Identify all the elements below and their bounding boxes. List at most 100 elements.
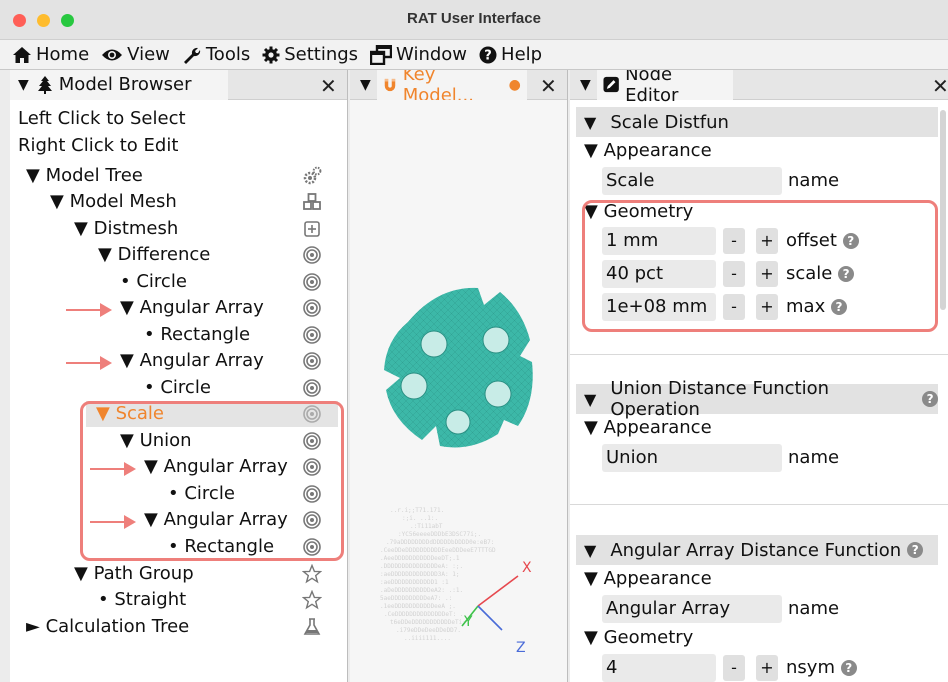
- key-model-panel: ▼ Key Model... ● ✕ ..r.i;;T71.171.:;i. …: [350, 70, 568, 682]
- tab-key-model[interactable]: Key Model... ●: [376, 70, 527, 106]
- target-icon: [303, 299, 321, 317]
- svg-text:t6eDDeDDDDDDDDDDDeTi;.: t6eDDeDDDDDDDDDDDeTi;.: [390, 619, 469, 626]
- key-model-header: ▼ Key Model... ● ✕: [350, 70, 567, 106]
- model-browser-panel: ▼ Model Browser ✕ Left Click to Select R…: [10, 70, 348, 682]
- annotation-arrow: [66, 303, 112, 317]
- menu-help-label: Help: [501, 44, 543, 65]
- svg-text:?: ?: [484, 48, 492, 63]
- tab-node-editor[interactable]: Node Editor: [596, 70, 733, 106]
- menu-view-label: View: [127, 44, 170, 65]
- viewport-3d[interactable]: ..r.i;;T71.171. :;i. ..1:. .:Ti11abT :YC…: [350, 100, 567, 682]
- section-scale-distfun[interactable]: ▼ Scale Distfun: [576, 107, 938, 137]
- name-field[interactable]: Union: [602, 444, 782, 472]
- nsym-field[interactable]: 4: [602, 654, 716, 682]
- section-title: Angular Array Distance Function: [610, 539, 902, 561]
- menu-help[interactable]: ? Help: [479, 44, 542, 65]
- target-icon: [303, 352, 321, 370]
- appearance-toggle[interactable]: ▼ Appearance: [584, 568, 712, 589]
- section-union[interactable]: ▼ Union Distance Function Operation ?: [576, 378, 938, 420]
- menu-bar: Home View Tools Settings Window ? Help: [0, 40, 948, 70]
- svg-text:.i79eDDeDeeDDeDD7.: .i79eDDeDeeDDeDD7.: [396, 627, 461, 634]
- annotation-highlight-box: [80, 401, 344, 561]
- axis-y-label: Y: [464, 614, 473, 630]
- svg-text:.1eeDDDDDDDDDDDeeA ;.: .1eeDDDDDDDDDDDeeA ;.: [380, 603, 456, 610]
- menu-home[interactable]: Home: [12, 44, 89, 65]
- menu-settings[interactable]: Settings: [262, 44, 358, 65]
- nsym-label: nsym ?: [786, 654, 857, 682]
- tree-icon: [37, 75, 52, 94]
- flask-icon: [303, 618, 321, 635]
- eye-icon: [102, 49, 123, 60]
- svg-text::;i. ..1:.: :;i. ..1:.: [402, 515, 438, 522]
- tree-item-difference[interactable]: ▼ Difference: [98, 242, 210, 268]
- section-angular-array[interactable]: ▼ Angular Array Distance Function ?: [576, 535, 938, 565]
- collapse-icon[interactable]: ▼: [580, 77, 591, 93]
- svg-text:.CeeDDeDDDDDDDDDDEeeDDDeeE7TTT: .CeeDDeDDDDDDDDDDEeeDDDeeE7TTTGD: [380, 547, 496, 554]
- svg-text:.CeDDDDDDDDDDDDDDeT: .: .CeDDDDDDDDDDDDDDeT: .: [384, 611, 463, 618]
- collapse-icon[interactable]: ▼: [360, 77, 371, 93]
- name-field[interactable]: Scale: [602, 167, 782, 195]
- tree-item-circle[interactable]: • Circle: [120, 269, 187, 295]
- svg-text::YC56eeeeDDDbE3DSC77i;.: :YC56eeeeDDDbE3DSC77i;.: [398, 531, 481, 538]
- tree-item-angular-array[interactable]: ▼ Angular Array: [120, 295, 264, 321]
- star-icon: [302, 564, 322, 584]
- nsym-decrement-button[interactable]: -: [723, 655, 745, 681]
- model-browser-header: ▼ Model Browser ✕: [10, 70, 347, 100]
- section-title: Union Distance Function Operation: [610, 378, 830, 420]
- appearance-toggle[interactable]: ▼ Appearance: [584, 417, 712, 438]
- menu-view[interactable]: View: [101, 44, 170, 65]
- cubes-icon: [303, 193, 321, 210]
- hint-edit: Right Click to Edit: [18, 135, 179, 156]
- name-label: name: [788, 170, 840, 191]
- scrollbar[interactable]: [940, 110, 946, 310]
- magnet-icon: [384, 78, 396, 91]
- close-model-browser-icon[interactable]: ✕: [320, 74, 337, 98]
- tree-item-model-mesh[interactable]: ▼ Model Mesh: [50, 189, 177, 215]
- name-field[interactable]: Angular Array: [602, 595, 782, 623]
- svg-text:..r.i;;T71.171.: ..r.i;;T71.171.: [390, 507, 444, 514]
- svg-text:5aeDDDDDDDDDDeA7: .:: 5aeDDDDDDDDDDeA7: .:: [380, 595, 452, 602]
- tree-item-distmesh[interactable]: ▼ Distmesh: [74, 216, 178, 242]
- tree-item-straight[interactable]: • Straight: [98, 587, 186, 613]
- name-label: name: [788, 598, 840, 619]
- mesh-model: ..r.i;;T71.171. :;i. ..1:. .:Ti11abT :YC…: [380, 287, 533, 642]
- title-bar: RAT User Interface: [0, 0, 948, 40]
- gears-icon: [303, 166, 322, 185]
- menu-settings-label: Settings: [284, 44, 359, 65]
- svg-text::aeDDDDDDDDDDDD1 :1: :aeDDDDDDDDDDDD1 :1: [380, 579, 449, 586]
- collapse-icon[interactable]: ▼: [18, 77, 29, 93]
- tree-item-calculation-tree[interactable]: ► Calculation Tree: [26, 614, 189, 640]
- tab-model-browser-label: Model Browser: [58, 74, 192, 95]
- help-icon[interactable]: ?: [907, 542, 924, 558]
- tree-item-circle[interactable]: • Circle: [144, 375, 211, 401]
- node-editor-header: ▼ Node Editor ✕: [570, 70, 948, 106]
- tree-item-path-group[interactable]: ▼ Path Group: [74, 561, 194, 587]
- help-icon[interactable]: ?: [922, 391, 938, 407]
- appearance-toggle[interactable]: ▼ Appearance: [584, 140, 712, 161]
- menu-window[interactable]: Window: [370, 44, 467, 65]
- menu-tools[interactable]: Tools: [182, 44, 250, 65]
- divider: [570, 354, 948, 355]
- annotation-highlight-box: [582, 200, 938, 332]
- home-icon: [13, 46, 31, 63]
- wrench-icon: [183, 47, 201, 64]
- target-icon: [303, 379, 321, 397]
- tab-node-editor-label: Node Editor: [625, 70, 679, 106]
- annotation-arrow: [66, 356, 112, 370]
- tree-item-model-tree[interactable]: ▼ Model Tree: [26, 163, 143, 189]
- tab-model-browser[interactable]: ▼ Model Browser: [10, 70, 228, 100]
- nsym-increment-button[interactable]: +: [756, 655, 778, 681]
- help-icon[interactable]: ?: [840, 660, 857, 676]
- plus-square-icon: [304, 221, 320, 237]
- geometry-toggle[interactable]: ▼ Geometry: [584, 627, 693, 648]
- window-title: RAT User Interface: [407, 10, 541, 27]
- tree-item-angular-array[interactable]: ▼ Angular Array: [120, 348, 264, 374]
- tree-item-rectangle[interactable]: • Rectangle: [144, 322, 250, 348]
- close-key-model-icon[interactable]: ✕: [540, 74, 557, 98]
- menu-tools-label: Tools: [205, 44, 251, 65]
- axis-x-label: X: [522, 560, 532, 576]
- close-node-editor-icon[interactable]: ✕: [932, 74, 948, 98]
- gear-icon: [262, 46, 280, 63]
- section-title: Scale Distfun: [610, 111, 729, 133]
- svg-text:.DDDDDDDDDDDDDDDeA: :;.: .DDDDDDDDDDDDDDDeA: :;.: [380, 563, 463, 570]
